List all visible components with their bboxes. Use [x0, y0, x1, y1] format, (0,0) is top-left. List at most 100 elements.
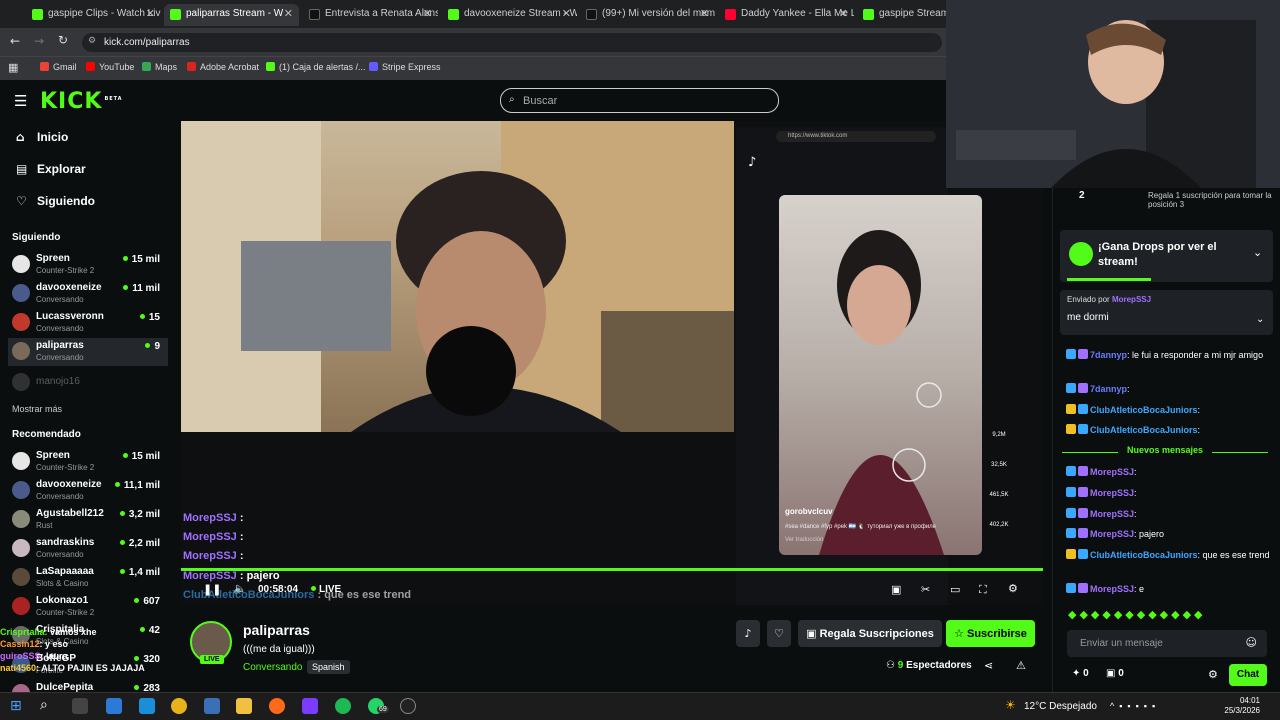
- search-icon[interactable]: ⌕: [40, 697, 48, 713]
- close-tab-icon[interactable]: ✕: [839, 7, 848, 20]
- close-tab-icon[interactable]: ✕: [562, 7, 571, 20]
- star-icon: ☆: [954, 627, 964, 640]
- emote-row[interactable]: ◆◆◆◆◆◆◆◆◆◆◆◆: [1068, 608, 1268, 622]
- close-tab-icon[interactable]: ✕: [423, 7, 432, 20]
- recommended-channel[interactable]: sandraskins Conversando 2,2 mil: [8, 535, 168, 563]
- tab-gaspipe-stream[interactable]: gaspipe Stream - W: [857, 4, 947, 26]
- menu-icon[interactable]: ☰: [14, 92, 27, 110]
- rewards-count[interactable]: ▣ 0: [1106, 668, 1124, 679]
- reload-icon[interactable]: ↻: [58, 33, 68, 47]
- chrome-icon[interactable]: [171, 698, 187, 714]
- channel-points[interactable]: ✦ 0: [1072, 668, 1089, 679]
- recommended-channel[interactable]: davooxeneize Conversando 11,1 mil: [8, 477, 168, 505]
- close-tab-icon[interactable]: ✕: [284, 7, 293, 20]
- bookmark-youtube[interactable]: YouTube: [86, 62, 134, 72]
- bookmark-alertas[interactable]: (1) Caja de alertas /...: [266, 62, 366, 72]
- settings-gear-icon[interactable]: ⚙: [1008, 582, 1018, 595]
- firefox-icon[interactable]: [269, 698, 285, 714]
- file-explorer-icon[interactable]: [236, 698, 252, 714]
- fullscreen-icon[interactable]: ⛶: [979, 583, 987, 597]
- theater-mode-icon[interactable]: ▭: [950, 583, 960, 596]
- viewer-count: 11,1 mil: [115, 480, 160, 491]
- following-channel-spreen[interactable]: Spreen Counter-Strike 2 15 mil: [8, 251, 168, 279]
- gift-box-icon: ▣: [1106, 668, 1116, 679]
- bookmark-gmail[interactable]: Gmail: [40, 62, 77, 72]
- windows-start-icon[interactable]: ⊞: [10, 698, 22, 714]
- nav-inicio[interactable]: ⌂ Inicio: [16, 130, 68, 144]
- stream-progress-bar[interactable]: [181, 568, 1043, 571]
- subscribe-button[interactable]: ☆ Suscribirse: [946, 620, 1035, 647]
- chat-settings-icon[interactable]: ⚙: [1208, 668, 1218, 681]
- edge-icon[interactable]: [139, 698, 155, 714]
- tab-daddy-yankee[interactable]: Daddy Yankee - Ella Me L ✕: [719, 4, 854, 26]
- nav-siguiendo[interactable]: ♡ Siguiendo: [16, 194, 95, 208]
- chevron-down-icon[interactable]: ⌄: [1253, 246, 1262, 259]
- notifications-button[interactable]: ♪: [736, 620, 760, 647]
- apps-grid-icon[interactable]: ▦: [8, 61, 18, 74]
- share-icon[interactable]: ⋖: [984, 659, 993, 672]
- clip-icon[interactable]: ✂: [921, 583, 930, 596]
- tab-entrevista[interactable]: Entrevista a Renata Alonso ✕: [303, 4, 438, 26]
- chat-message-input[interactable]: Enviar un mensaje ☺: [1067, 630, 1267, 657]
- tiktok-translate: Ver traducción: [785, 537, 824, 543]
- nav-explorar[interactable]: ▤ Explorar: [16, 162, 86, 176]
- gift-subscriptions-button[interactable]: ▣ Regala Suscripciones: [798, 620, 942, 647]
- bookmark-acrobat[interactable]: Adobe Acrobat: [187, 62, 259, 72]
- language-tag[interactable]: Spanish: [307, 660, 350, 674]
- forward-icon[interactable]: →: [34, 34, 44, 48]
- following-channel-davooxeneize[interactable]: davooxeneize Conversando 11 mil: [8, 280, 168, 308]
- weather-icon[interactable]: ☀: [1005, 698, 1016, 712]
- tab-paliparras[interactable]: paliparras Stream - W ✕: [164, 4, 299, 26]
- stream-elapsed-time: 00:58:04: [258, 584, 299, 595]
- close-tab-icon[interactable]: ✕: [146, 7, 155, 20]
- chat-send-button[interactable]: Chat: [1229, 664, 1267, 686]
- store-icon[interactable]: [204, 698, 220, 714]
- bookmark-stripe[interactable]: Stripe Express: [369, 62, 441, 72]
- follow-button[interactable]: ♡: [767, 620, 791, 647]
- task-view-icon[interactable]: [72, 698, 88, 714]
- heart-icon: ♡: [774, 627, 784, 640]
- system-tray-icons[interactable]: ^▪▪▪▪▪: [1110, 701, 1160, 711]
- search-input[interactable]: ⌕ Buscar: [500, 88, 779, 113]
- weather-text[interactable]: 12°C Despejado: [1024, 701, 1097, 712]
- recommended-channel[interactable]: Spreen Counter-Strike 2 15 mil: [8, 448, 168, 476]
- obs-icon[interactable]: [400, 698, 416, 714]
- miniplayer-icon[interactable]: ▣: [891, 583, 901, 596]
- close-tab-icon[interactable]: ✕: [700, 7, 709, 20]
- bookmark-maps[interactable]: Maps: [142, 62, 177, 72]
- youtube-favicon-icon: [725, 9, 736, 20]
- chevron-down-icon[interactable]: ⌄: [1256, 314, 1264, 325]
- viewer-count: 3,2 mil: [120, 509, 160, 520]
- report-icon[interactable]: ⚠: [1016, 659, 1026, 672]
- discord-icon[interactable]: [302, 698, 318, 714]
- recommended-heading: Recomendado: [12, 429, 81, 440]
- maps-icon: [142, 62, 151, 71]
- tab-gaspipe-clips[interactable]: gaspipe Clips - Watch Live ✕: [26, 4, 161, 26]
- url-field[interactable]: ⚙ kick.com/paliparras: [82, 33, 942, 52]
- clock[interactable]: 04:01 25/3/2026: [1200, 696, 1260, 716]
- spotify-icon[interactable]: [335, 698, 351, 714]
- site-info-icon[interactable]: ⚙: [88, 36, 96, 46]
- tab-davooxeneize[interactable]: davooxeneize Stream - W ✕: [442, 4, 577, 26]
- chat-message: 7dannyp:: [1066, 383, 1276, 396]
- volume-icon[interactable]: 🔈: [233, 582, 247, 595]
- overlay-chat-line: guiroSSS: laura: [0, 651, 68, 661]
- following-channel-paliparras[interactable]: paliparras Conversando 9: [8, 338, 168, 366]
- recommended-channel[interactable]: Lokonazo1 Counter-Strike 2 607: [8, 593, 168, 621]
- kick-favicon-icon: [32, 9, 43, 20]
- streamer-name[interactable]: paliparras: [243, 622, 310, 638]
- back-icon[interactable]: ←: [10, 34, 20, 48]
- following-channel-lucassveronn[interactable]: Lucassveronn Conversando 15: [8, 309, 168, 337]
- pinned-by: Enviado por MorepSSJ: [1067, 295, 1152, 304]
- recommended-channel[interactable]: LaSapaaaaa Slots & Casino 1,4 mil: [8, 564, 168, 592]
- kick-logo[interactable]: KICK BETA: [40, 89, 123, 114]
- emoji-icon[interactable]: ☺: [1246, 636, 1257, 649]
- following-channel-offline[interactable]: manojo16: [8, 369, 168, 397]
- tab-meme[interactable]: (99+) Mi versión del meme ✕: [580, 4, 715, 26]
- drops-banner[interactable]: ¡Gana Drops por ver el stream! ⌄: [1060, 230, 1273, 282]
- pause-icon[interactable]: ❚❚: [203, 583, 221, 596]
- recommended-channel[interactable]: Agustabell212 Rust 3,2 mil: [8, 506, 168, 534]
- stream-category[interactable]: Conversando: [243, 662, 302, 673]
- show-more-link[interactable]: Mostrar más: [12, 404, 62, 414]
- copilot-icon[interactable]: [106, 698, 122, 714]
